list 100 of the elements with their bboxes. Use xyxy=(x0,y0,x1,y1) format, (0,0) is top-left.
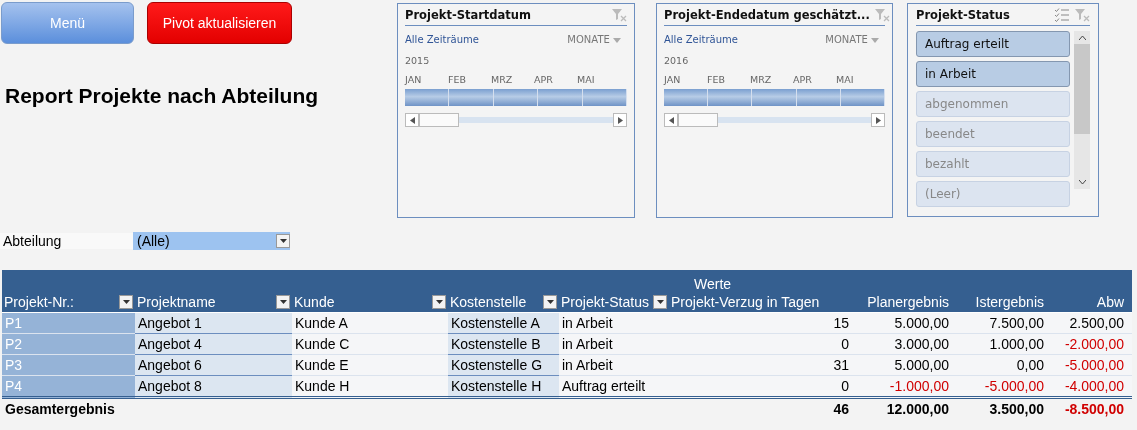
slicer-item[interactable]: (Leer) xyxy=(916,181,1070,207)
menu-button[interactable]: Menü xyxy=(1,2,134,44)
scroll-left-icon[interactable] xyxy=(409,116,415,124)
filter-dropdown[interactable]: (Alle) xyxy=(133,231,290,250)
timeline-title: Projekt-Endedatum geschätzt... xyxy=(664,8,870,22)
column-header: Projekt-Nr.: xyxy=(4,294,74,310)
table-cell: -5.000,00 xyxy=(1052,354,1133,376)
scroll-left-icon[interactable] xyxy=(668,116,674,124)
column-header: Projekt-Status xyxy=(561,294,649,310)
total-cell: 3.500,00 xyxy=(957,397,1052,419)
clear-filter-icon[interactable] xyxy=(873,8,890,22)
table-cell: Kunde E xyxy=(292,354,448,376)
month-bar[interactable] xyxy=(582,89,628,106)
caret-icon xyxy=(279,238,287,243)
table-cell: Kostenstelle B xyxy=(448,333,559,355)
total-label: Gesamtergebnis xyxy=(2,397,669,419)
table-cell: Auftrag erteilt xyxy=(559,375,669,398)
filter-dropdown-button[interactable] xyxy=(276,295,290,309)
column-header: Abw xyxy=(1096,294,1125,310)
caret-icon xyxy=(871,38,879,43)
period-unit-dropdown[interactable]: MONATE xyxy=(567,34,621,45)
scroll-right-icon[interactable] xyxy=(617,116,623,124)
clear-filter-icon[interactable] xyxy=(611,8,627,22)
slicer-item[interactable]: abgenommen xyxy=(916,91,1070,117)
table-cell: 1.000,00 xyxy=(957,333,1052,355)
scroll-right-icon[interactable] xyxy=(875,116,881,124)
filter-dropdown-button[interactable] xyxy=(119,295,133,309)
table-cell: 5.000,00 xyxy=(857,312,957,334)
month-bar[interactable] xyxy=(449,89,494,106)
scroll-up-icon[interactable] xyxy=(1078,35,1086,40)
table-cell: Kostenstelle A xyxy=(448,312,559,334)
table-cell: P3 xyxy=(2,354,135,376)
month-bar[interactable] xyxy=(708,89,753,106)
refresh-button[interactable]: Pivot aktualisieren xyxy=(147,2,292,44)
table-cell: -2.000,00 xyxy=(1052,333,1133,355)
filter-dropdown-button[interactable] xyxy=(543,295,557,309)
month-bar[interactable] xyxy=(840,89,885,106)
table-cell: 0 xyxy=(669,375,857,398)
slicer-item[interactable]: in Arbeit xyxy=(916,61,1070,87)
table-cell: P2 xyxy=(2,333,135,355)
table-cell: 2.500,00 xyxy=(1052,312,1133,334)
multi-select-icon[interactable] xyxy=(1054,8,1070,22)
month-label: MRZ xyxy=(491,74,514,85)
all-periods-link[interactable]: Alle Zeiträume xyxy=(405,34,479,45)
column-header: Istergebnis xyxy=(975,294,1044,310)
table-cell: 31 xyxy=(669,354,857,376)
table-cell: Angebot 6 xyxy=(135,354,292,376)
month-bar[interactable] xyxy=(493,89,539,106)
column-header: Projektname xyxy=(137,294,216,310)
timeline-title: Projekt-Startdatum xyxy=(405,8,533,22)
table-cell: 7.500,00 xyxy=(957,312,1052,334)
scrollbar[interactable] xyxy=(1074,31,1090,189)
month-label: JAN xyxy=(664,74,682,85)
filter-dropdown-button[interactable] xyxy=(653,295,667,309)
table-cell: Angebot 4 xyxy=(135,333,292,355)
month-bar[interactable] xyxy=(796,89,841,106)
table-cell: Kunde A xyxy=(292,312,448,334)
table-cell: in Arbeit xyxy=(559,354,669,376)
year-label: 2016 xyxy=(664,55,690,66)
month-bar[interactable] xyxy=(405,89,450,106)
slicer-title: Projekt-Status xyxy=(916,8,1011,22)
table-cell: Kostenstelle H xyxy=(448,375,559,398)
table-cell: Kunde C xyxy=(292,333,448,355)
scrollbar[interactable] xyxy=(405,113,627,127)
column-header: Projekt-Verzug in Tagen xyxy=(671,294,820,310)
table-cell: 15 xyxy=(669,312,857,334)
month-label: JAN xyxy=(405,74,423,85)
caret-icon xyxy=(435,300,443,304)
column-header: Kostenstelle xyxy=(450,294,527,310)
clear-filter-icon[interactable] xyxy=(1074,8,1090,22)
month-label: FEB xyxy=(448,74,467,85)
month-label: MAI xyxy=(836,74,855,85)
caret-icon xyxy=(613,38,621,43)
table-cell: Kunde H xyxy=(292,375,448,398)
filter-label: Abteilung xyxy=(0,232,133,249)
table-cell: P1 xyxy=(2,312,135,334)
table-cell: -5.000,00 xyxy=(957,375,1052,398)
values-caption: Werte xyxy=(694,276,732,292)
slicer-item[interactable]: Auftrag erteilt xyxy=(916,31,1070,57)
table-cell: 5.000,00 xyxy=(857,354,957,376)
slicer-item[interactable]: beendet xyxy=(916,121,1070,147)
month-bar[interactable] xyxy=(752,89,797,106)
scrollbar[interactable] xyxy=(664,113,885,127)
month-label: MAI xyxy=(577,74,596,85)
filter-dropdown-button[interactable] xyxy=(432,295,446,309)
column-header: Planergebnis xyxy=(867,294,949,310)
caret-icon xyxy=(546,300,554,304)
month-bar[interactable] xyxy=(538,89,583,106)
table-cell: Kostenstelle G xyxy=(448,354,559,376)
month-label: APR xyxy=(793,74,813,85)
total-cell: 12.000,00 xyxy=(857,397,957,419)
slicer-item[interactable]: bezahlt xyxy=(916,151,1070,177)
month-bar[interactable] xyxy=(664,89,709,106)
scroll-down-icon[interactable] xyxy=(1078,180,1086,185)
table-cell: -1.000,00 xyxy=(857,375,957,398)
table-cell: in Arbeit xyxy=(559,333,669,355)
all-periods-link[interactable]: Alle Zeiträume xyxy=(664,34,738,45)
period-unit-dropdown[interactable]: MONATE xyxy=(825,34,879,45)
column-header: Kunde xyxy=(294,294,335,310)
report-title: Report Projekte nach Abteilung xyxy=(5,84,320,108)
